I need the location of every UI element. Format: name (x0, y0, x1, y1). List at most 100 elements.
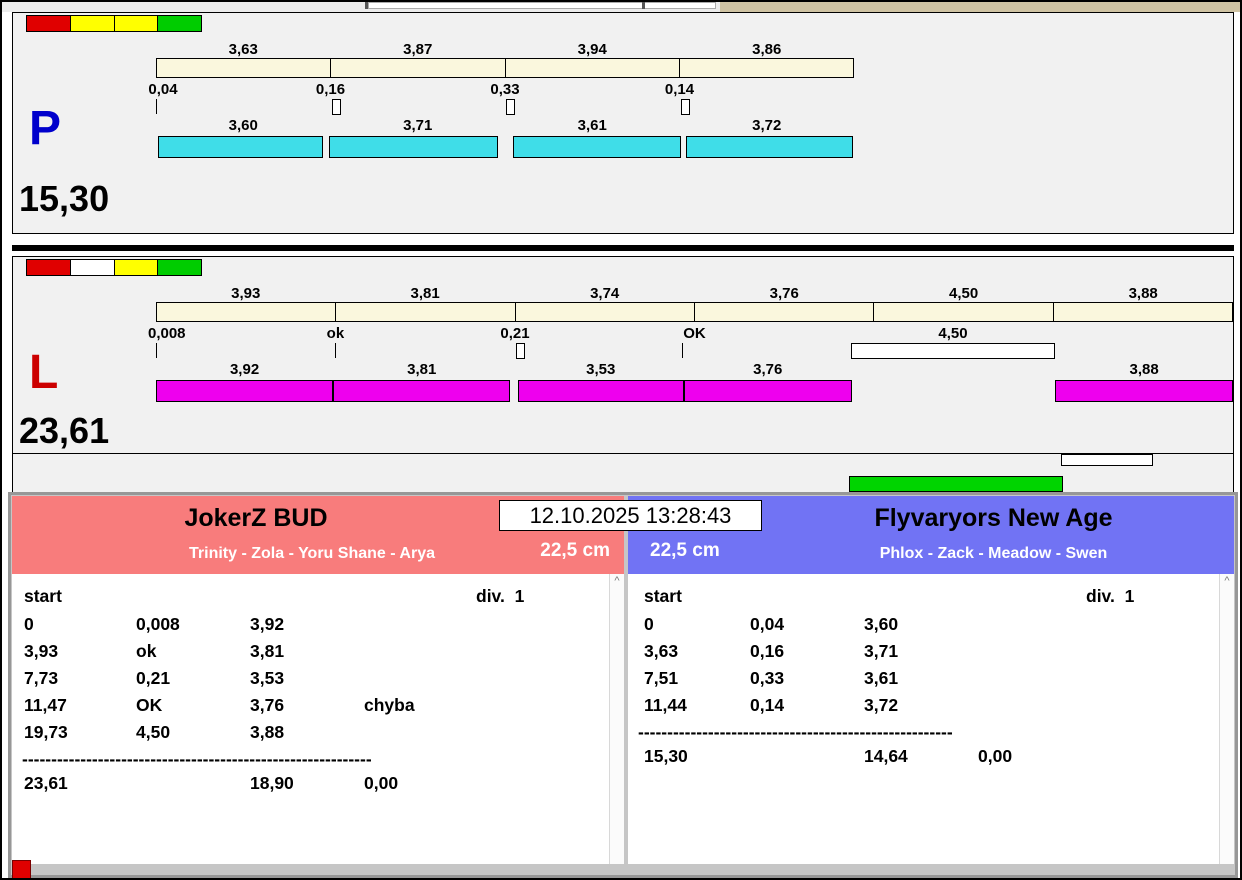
leg-time-upper: 3,76 (769, 285, 799, 302)
split-time: 0,33 (490, 81, 520, 98)
exchange-markers (156, 343, 1233, 360)
desktop-background-sliver (720, 2, 1240, 12)
sum-leg-times: 14,64 (864, 746, 908, 766)
split-time: 0,16 (315, 81, 346, 98)
cumulative-time: 11,44 (644, 695, 687, 715)
lane-total-time-p: 15,30 (19, 178, 110, 219)
split-time: 0,008 (147, 325, 186, 342)
team-members: Trinity - Zola - Yoru Shane - Arya (189, 545, 435, 562)
leg-time-upper: 3,74 (590, 285, 620, 302)
window-top-strip (2, 2, 1240, 12)
exchange-time: OK (136, 695, 163, 715)
table-row: 0 0,04 3,60 (628, 614, 1234, 641)
leg-bar (333, 380, 511, 402)
light-red (27, 16, 71, 31)
table-row: 11,47 OK 3,76 chyba (12, 695, 624, 722)
results-table-left: start div. 1 0 0,008 3,92 3,93 ok 3,81 7… (12, 574, 624, 864)
cumulative-time: 0 (24, 614, 34, 634)
total-time: 15,30 (644, 746, 688, 766)
scroll-up-arrow[interactable]: ^ (1220, 574, 1234, 588)
leg-bar (156, 380, 334, 402)
lane-panel-partial (12, 454, 1234, 492)
light-green (158, 16, 201, 31)
leg-time-lower: 3,92 (229, 361, 260, 378)
split-time: OK (683, 325, 706, 342)
start-lights-l (26, 259, 202, 276)
scroll-up-arrow[interactable]: ^ (610, 574, 624, 588)
leg-time-upper: 3,87 (403, 41, 433, 58)
timing-app-window: P 15,30 3,63 3,87 3,94 3,86 0,04 0,16 0,… (0, 0, 1242, 880)
lane-panel-p: P 15,30 3,63 3,87 3,94 3,86 0,04 0,16 0,… (12, 12, 1234, 234)
dashed-line: ----------------------------------------… (22, 749, 372, 769)
team-panel-right: Flyvaryors New Age Phlox - Zack - Meadow… (628, 496, 1234, 864)
table-row: 3,93 ok 3,81 (12, 641, 624, 668)
cumulative-time: 3,93 (24, 641, 59, 661)
leg-time-lower: 3,81 (407, 361, 437, 378)
leg-time-lower: 3,53 (586, 361, 616, 378)
team-panel-left: JokerZ BUD Trinity - Zola - Yoru Shane -… (12, 496, 624, 864)
lane-p-chart: 3,63 3,87 3,94 3,86 0,04 0,16 0,33 0,14 … (148, 41, 854, 163)
vertical-scrollbar[interactable]: ^ (609, 574, 624, 864)
toolbar-remnant (368, 2, 716, 9)
leg-bar (683, 380, 852, 402)
separator-row: ----------------------------------------… (628, 722, 1234, 746)
leg-bar (1055, 380, 1233, 402)
barrier-height: 22,5 cm (650, 540, 720, 561)
toolbar-mark (365, 2, 368, 9)
penalty-total: 0,00 (364, 773, 399, 793)
leg-bar (329, 136, 498, 158)
exchange-time: 0,04 (750, 614, 785, 634)
leg-time-lower: 3,88 (1129, 361, 1159, 378)
cumulative-time: 7,51 (644, 668, 679, 688)
exchange-times: 0,008 ok 0,21 OK 4,50 (148, 325, 1233, 342)
light-yellow (70, 16, 115, 31)
start-label: start (24, 586, 62, 606)
penalty-box (850, 343, 1056, 359)
lane-label-l: L (29, 346, 59, 399)
penalty-total: 0,00 (978, 746, 1013, 766)
lane-label-p: P (29, 102, 62, 155)
light-red (27, 260, 71, 275)
leg-time: 3,71 (864, 641, 899, 661)
division-label: div. 1 (1086, 586, 1135, 606)
table-row: 7,51 0,33 3,61 (628, 668, 1234, 695)
leg-time-upper: 3,63 (228, 41, 258, 58)
exchange-times: 0,04 0,16 0,33 0,14 (148, 81, 854, 98)
cumulative-time: 0 (644, 614, 654, 634)
light-green (158, 260, 201, 275)
table-header-row: start div. 1 (628, 586, 1234, 614)
lane-total-time-l: 23,61 (19, 410, 110, 451)
tick-mark (156, 343, 157, 358)
split-time: 0,21 (500, 325, 530, 342)
exchange-time: 0,33 (750, 668, 785, 688)
leg-time-upper: 3,94 (577, 41, 607, 58)
vertical-scrollbar[interactable]: ^ (1219, 574, 1234, 864)
exchange-time: 4,50 (136, 722, 171, 742)
split-time: ok (326, 325, 345, 342)
team-name: Flyvaryors New Age (874, 504, 1113, 532)
upper-track-bar (156, 58, 854, 78)
team-members: Phlox - Zack - Meadow - Swen (879, 545, 1108, 562)
leg-time: 3,72 (864, 695, 899, 715)
leg-time-upper: 3,88 (1128, 285, 1158, 302)
light-yellow (114, 260, 159, 275)
sum-leg-times: 18,90 (250, 773, 294, 793)
exchange-time: ok (136, 641, 157, 661)
cumulative-time: 19,73 (24, 722, 68, 742)
total-time: 23,61 (24, 773, 68, 793)
leg-bars (156, 380, 1233, 402)
exchange-time: 0,21 (136, 668, 171, 688)
lane-divider (12, 245, 1234, 251)
leg-time: 3,60 (864, 614, 899, 634)
total-row: 15,30 14,64 0,00 (628, 746, 1234, 773)
table-row: 7,73 0,21 3,53 (12, 668, 624, 695)
split-time: 0,14 (664, 81, 695, 98)
exchange-time: 0,008 (136, 614, 180, 634)
leg-time-lower: 3,76 (753, 361, 783, 378)
leg-bars (156, 136, 854, 158)
exchange-zone-box (680, 99, 690, 115)
table-row: 11,44 0,14 3,72 (628, 695, 1234, 722)
leg-bar (517, 380, 684, 402)
table-row: 0 0,008 3,92 (12, 614, 624, 641)
exchange-zone-box (515, 343, 525, 359)
